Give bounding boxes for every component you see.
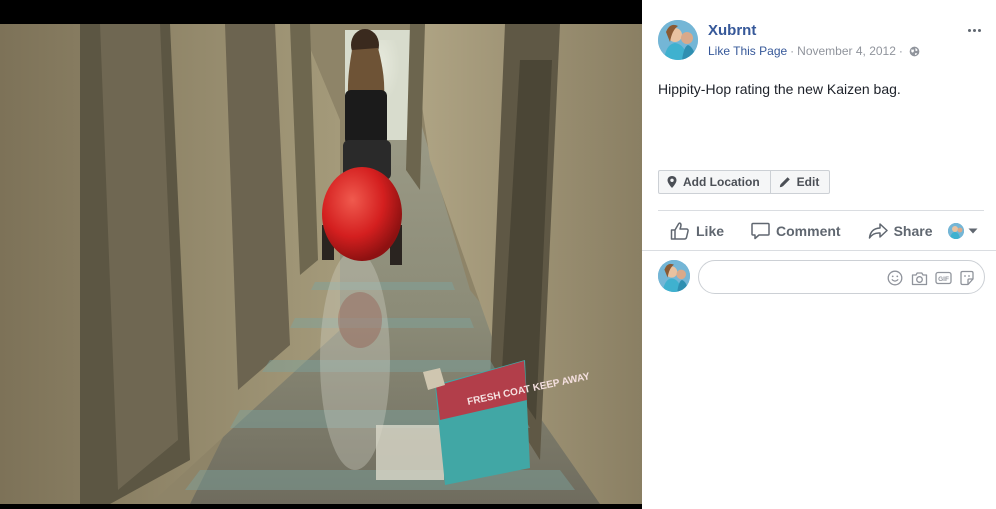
more-options-button[interactable]	[964, 20, 984, 40]
post-date[interactable]: November 4, 2012	[797, 44, 896, 58]
hallway-photo: FRESH COAT KEEP AWAY	[0, 0, 642, 509]
post-tag-row: Add Location Edit	[658, 170, 831, 194]
divider	[658, 210, 984, 211]
meta-separator: ·	[790, 44, 795, 58]
comment-icon	[751, 222, 770, 240]
meta-separator-2: ·	[898, 44, 903, 58]
comment-composer[interactable]: GIF	[698, 260, 985, 294]
page-avatar[interactable]	[658, 20, 698, 60]
post-caption: Hippity-Hop rating the new Kaizen bag.	[658, 81, 901, 97]
caret-down-icon	[968, 228, 978, 234]
pencil-icon	[779, 177, 790, 188]
comment-label: Comment	[776, 223, 841, 239]
like-button[interactable]: Like	[670, 222, 724, 240]
emoji-icon[interactable]	[886, 269, 904, 287]
photo-scene: FRESH COAT KEEP AWAY	[0, 24, 642, 504]
post-meta: Like This Page · November 4, 2012 ·	[708, 44, 920, 58]
page-name-link[interactable]: Xubrnt	[708, 22, 756, 39]
add-location-label: Add Location	[683, 175, 760, 189]
share-icon	[868, 223, 888, 239]
comment-button[interactable]: Comment	[751, 222, 841, 240]
thumbs-up-icon	[670, 222, 689, 240]
gif-icon[interactable]: GIF	[934, 269, 952, 287]
comment-tools: GIF	[880, 269, 976, 287]
divider	[642, 250, 996, 251]
post-panel: Xubrnt Like This Page · November 4, 2012 · …	[642, 0, 996, 509]
location-pin-icon	[667, 176, 677, 188]
camera-icon[interactable]	[910, 269, 928, 287]
actor-avatar	[948, 223, 964, 239]
svg-text:GIF: GIF	[938, 276, 949, 283]
audience-selector[interactable]	[948, 223, 978, 239]
red-hop-ball	[322, 167, 402, 261]
share-button[interactable]: Share	[868, 222, 933, 240]
edit-button[interactable]: Edit	[770, 170, 831, 194]
globe-icon[interactable]	[909, 46, 920, 57]
like-page-link[interactable]: Like This Page	[708, 44, 787, 58]
edit-label: Edit	[796, 175, 820, 189]
add-location-button[interactable]: Add Location	[658, 170, 771, 194]
post-actions: Like Comment Share	[658, 217, 984, 245]
like-label: Like	[696, 223, 725, 239]
photo-viewer[interactable]: FRESH COAT KEEP AWAY	[0, 0, 642, 509]
share-label: Share	[893, 223, 933, 239]
comment-input[interactable]	[711, 261, 881, 293]
commenter-avatar[interactable]	[658, 260, 690, 292]
sticker-icon[interactable]	[958, 269, 976, 287]
